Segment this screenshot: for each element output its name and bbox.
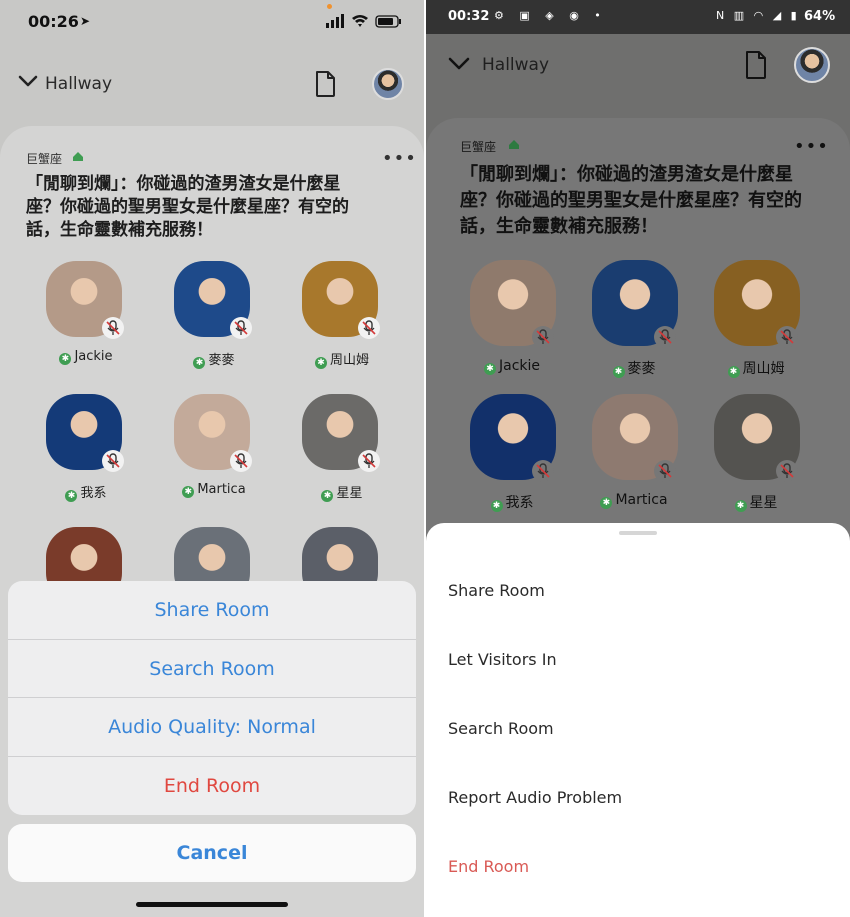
speaker-name: ✱ 星星 [292, 482, 392, 502]
speaker-name-text: 我系 [80, 486, 107, 501]
room-title: 「閒聊到爛」：你碰過的渣男渣女是什麼星座？你碰過的聖男聖女是什麼星座？有空的話，… [460, 164, 802, 237]
mic-muted-icon [358, 450, 380, 472]
system-icons: N ▥ ◠ ◢ ▮ [716, 9, 800, 22]
mic-muted-icon [102, 317, 124, 339]
moderator-star-icon: ✱ [483, 363, 496, 375]
mic-muted-icon [776, 460, 798, 482]
speaker-name: ✱ 我系 [36, 482, 136, 502]
signal-wifi-battery-icon [326, 14, 401, 28]
hallway-nav: Hallway [0, 62, 424, 106]
moderator-star-icon: ✱ [321, 490, 334, 502]
chevron-down-icon[interactable] [18, 74, 38, 88]
profile-avatar[interactable] [794, 47, 830, 83]
mic-muted-icon [532, 326, 554, 348]
sheet-drag-handle[interactable] [619, 531, 657, 535]
cancel-button[interactable]: Cancel [8, 824, 416, 882]
moderator-star-icon: ✱ [600, 497, 613, 509]
ios-screen: 00:26 ➤ Hallway 巨蟹座 ••• 「閒聊到爛」：你碰過的渣男渣女是… [0, 0, 424, 917]
end-room-button[interactable]: End Room [448, 857, 529, 876]
audio-quality-button[interactable]: Audio Quality: Normal [8, 698, 416, 757]
profile-avatar[interactable] [372, 68, 404, 100]
speaker-name-text: Martica [197, 482, 246, 497]
end-room-button[interactable]: End Room [8, 757, 416, 816]
speaker-name: ✱ 周山姆 [292, 349, 392, 369]
android-screen: 00:32 ⚙ ▣ ◈ ◉ • N ▥ ◠ ◢ ▮ 64% Hallway 巨蟹… [426, 0, 850, 917]
android-status-bar: 00:32 ⚙ ▣ ◈ ◉ • N ▥ ◠ ◢ ▮ 64% [426, 0, 850, 34]
bottom-sheet: Share Room Let Visitors In Search Room R… [426, 523, 850, 917]
battery-level: 64% [804, 9, 836, 24]
moderator-star-icon: ✱ [727, 366, 740, 378]
room-club-name[interactable]: 巨蟹座 [26, 150, 62, 167]
speaker-name: ✱ 我系 [462, 492, 562, 512]
speaker-name-text: 周山姆 [329, 353, 369, 368]
speaker-name: ✱ Jackie [462, 358, 562, 375]
mic-muted-icon [532, 460, 554, 482]
speaker-name: ✱ Martica [164, 482, 264, 498]
speaker-name-text: 麥麥 [208, 353, 235, 368]
speaker-name: ✱ Martica [584, 492, 684, 509]
hallway-button[interactable]: Hallway [482, 55, 549, 75]
moderator-star-icon: ✱ [65, 490, 78, 502]
hallway-nav: Hallway [426, 44, 850, 88]
moderator-star-icon: ✱ [193, 357, 206, 369]
speaker-name-text: 星星 [336, 486, 363, 501]
speaker-name: ✱ Jackie [36, 349, 136, 365]
speaker-name: ✱ 麥麥 [164, 349, 264, 369]
document-icon[interactable] [314, 70, 336, 98]
mic-muted-icon [654, 460, 676, 482]
search-room-button[interactable]: Search Room [8, 640, 416, 698]
mic-muted-icon [102, 450, 124, 472]
search-room-button[interactable]: Search Room [448, 719, 554, 738]
status-time: 00:32 [448, 9, 490, 24]
speaker-name-text: 星星 [749, 495, 778, 511]
speaker-name-text: 麥麥 [627, 361, 656, 377]
speaker-name-text: 周山姆 [742, 361, 785, 377]
speaker-name: ✱ 星星 [706, 492, 806, 512]
moderator-star-icon: ✱ [314, 357, 327, 369]
more-options-button[interactable]: ••• [382, 148, 417, 169]
chevron-down-icon[interactable] [448, 56, 470, 70]
document-icon[interactable] [744, 50, 768, 80]
house-icon [73, 152, 83, 161]
mic-muted-icon [654, 326, 676, 348]
share-room-button[interactable]: Share Room [8, 581, 416, 640]
ios-status-bar: 00:26 ➤ [0, 0, 424, 46]
privacy-indicator-icon [327, 4, 332, 9]
moderator-star-icon: ✱ [612, 366, 625, 378]
report-audio-problem-button[interactable]: Report Audio Problem [448, 788, 622, 807]
mic-muted-icon [358, 317, 380, 339]
more-options-button[interactable]: ••• [794, 136, 829, 157]
mic-muted-icon [230, 450, 252, 472]
speaker-name-text: Martica [615, 492, 668, 508]
status-time: 00:26 [28, 12, 79, 31]
mic-muted-icon [776, 326, 798, 348]
hallway-button[interactable]: Hallway [45, 74, 112, 94]
mic-muted-icon [230, 317, 252, 339]
moderator-star-icon: ✱ [182, 486, 195, 498]
speaker-name-text: Jackie [74, 349, 113, 364]
moderator-star-icon: ✱ [59, 353, 72, 365]
room-title: 「閒聊到爛」：你碰過的渣男渣女是什麼星座？你碰過的聖男聖女是什麼星座？有空的話，… [26, 174, 349, 240]
moderator-star-icon: ✱ [490, 500, 503, 512]
speaker-name-text: Jackie [498, 358, 540, 374]
notification-icons: ⚙ ▣ ◈ ◉ • [494, 9, 607, 22]
share-room-button[interactable]: Share Room [448, 581, 545, 600]
speaker-name: ✱ 周山姆 [706, 358, 806, 378]
house-icon [509, 140, 519, 149]
speaker-name: ✱ 麥麥 [584, 358, 684, 378]
home-indicator[interactable] [136, 902, 288, 907]
location-arrow-icon: ➤ [80, 14, 91, 28]
action-sheet: Share Room Search Room Audio Quality: No… [8, 581, 416, 815]
let-visitors-in-button[interactable]: Let Visitors In [448, 650, 557, 669]
room-club-name[interactable]: 巨蟹座 [460, 138, 496, 155]
speaker-name-text: 我系 [505, 495, 534, 511]
moderator-star-icon: ✱ [734, 500, 747, 512]
